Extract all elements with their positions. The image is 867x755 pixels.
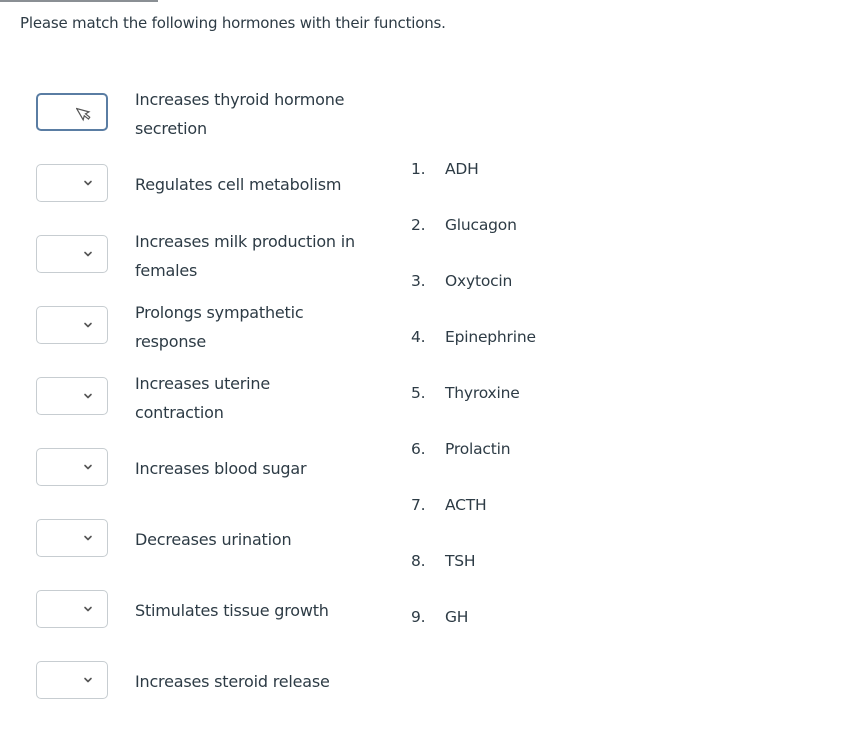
match-select[interactable] <box>36 235 108 273</box>
chevron-down-icon <box>84 606 92 612</box>
match-function-label: response <box>135 332 207 351</box>
chevron-down-icon <box>84 180 92 186</box>
answer-number: 9. <box>411 608 426 626</box>
match-select[interactable] <box>36 661 108 699</box>
answer-option: 7. ACTH <box>411 496 611 514</box>
match-function-label: Prolongs sympathetic <box>135 303 304 322</box>
match-function-label: females <box>135 261 198 280</box>
chevron-down-icon <box>84 251 92 257</box>
answer-label: GH <box>445 608 469 626</box>
answer-label: Glucagon <box>445 216 517 234</box>
match-select[interactable] <box>36 519 108 557</box>
match-select[interactable] <box>36 377 108 415</box>
answer-number: 1. <box>411 160 426 178</box>
match-function-label: Stimulates tissue growth <box>135 601 329 620</box>
answer-label: Prolactin <box>445 440 511 458</box>
match-function-label: Increases uterine <box>135 374 270 393</box>
match-select[interactable] <box>36 93 108 131</box>
answer-option: 9. GH <box>411 608 611 626</box>
match-select[interactable] <box>36 590 108 628</box>
chevron-down-icon <box>84 464 92 470</box>
answer-option: 3. Oxytocin <box>411 272 611 290</box>
answer-label: Epinephrine <box>445 328 536 346</box>
match-function-label: Increases milk production in <box>135 232 355 251</box>
match-select[interactable] <box>36 164 108 202</box>
match-function-label: Regulates cell metabolism <box>135 175 342 194</box>
answer-number: 5. <box>411 384 426 402</box>
answer-number: 3. <box>411 272 426 290</box>
match-function-label: Increases thyroid hormone <box>135 90 345 109</box>
match-function-label: Increases steroid release <box>135 672 330 691</box>
answer-number: 8. <box>411 552 426 570</box>
match-function-label: contraction <box>135 403 224 422</box>
answer-number: 2. <box>411 216 426 234</box>
answer-label: Oxytocin <box>445 272 513 290</box>
answer-option: 4. Epinephrine <box>411 328 611 346</box>
answer-option: 1. ADH <box>411 160 611 178</box>
match-function-label: Increases blood sugar <box>135 459 307 478</box>
answer-label: ADH <box>445 160 479 178</box>
answer-option: 8. TSH <box>411 552 611 570</box>
answer-number: 7. <box>411 496 426 514</box>
question-prompt: Please match the following hormones with… <box>20 14 446 32</box>
chevron-down-icon <box>84 677 92 683</box>
chevron-down-icon <box>84 322 92 328</box>
top-divider <box>0 0 158 2</box>
chevron-down-icon <box>84 535 92 541</box>
chevron-down-icon <box>84 393 92 399</box>
answer-option: 6. Prolactin <box>411 440 611 458</box>
answer-label: Thyroxine <box>445 384 520 402</box>
match-select[interactable] <box>36 306 108 344</box>
answer-number: 6. <box>411 440 426 458</box>
answer-label: ACTH <box>445 496 487 514</box>
answer-label: TSH <box>445 552 476 570</box>
answer-number: 4. <box>411 328 426 346</box>
match-function-label: secretion <box>135 119 207 138</box>
answer-option: 2. Glucagon <box>411 216 611 234</box>
match-function-label: Decreases urination <box>135 530 292 549</box>
match-select[interactable] <box>36 448 108 486</box>
answer-option: 5. Thyroxine <box>411 384 611 402</box>
mouse-pointer-icon <box>76 107 91 122</box>
